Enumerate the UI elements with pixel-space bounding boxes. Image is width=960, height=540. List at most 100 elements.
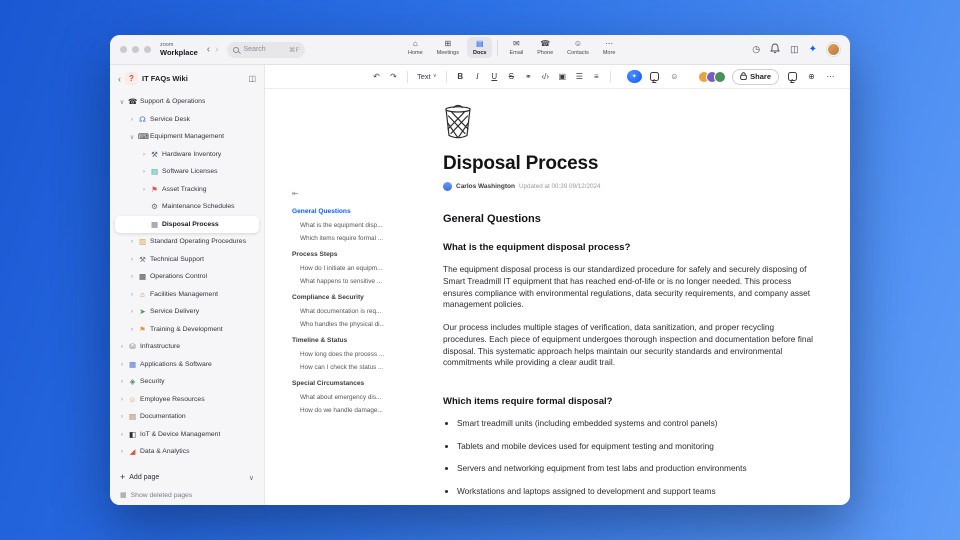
chevron-right-icon[interactable]: ›	[119, 448, 125, 455]
more-options-button[interactable]: ⋯	[823, 69, 838, 85]
sidebar-item-operations-control[interactable]: › ▦ Operations Control	[115, 268, 259, 286]
outline-item[interactable]: How do we handle damage...	[300, 407, 384, 414]
share-button[interactable]: Share	[732, 68, 779, 85]
sidebar-item-technical-support[interactable]: › ⚒ Technical Support	[115, 251, 259, 269]
collaborator-avatar[interactable]	[714, 70, 727, 83]
sidebar-item-hardware-inventory[interactable]: › ⚒ Hardware Inventory	[115, 146, 259, 164]
sidebar-item-infrastructure[interactable]: › ⛁ Infrastructure	[115, 338, 259, 356]
chevron-right-icon[interactable]: ›	[141, 186, 147, 193]
comments-panel-button[interactable]	[785, 69, 800, 85]
sidebar-item-security[interactable]: › ◈ Security	[115, 373, 259, 391]
outline-section-process-steps[interactable]: Process Steps	[292, 251, 384, 258]
tab-phone[interactable]: ☎ Phone	[531, 37, 559, 58]
inline-code-button[interactable]: ‹/›	[538, 69, 553, 85]
chevron-down-icon[interactable]: ∨	[119, 98, 125, 106]
sidebar-item-equipment-management[interactable]: ∨ ⌨ Equipment Management	[115, 128, 259, 146]
sidebar-item-service-delivery[interactable]: › ➤ Service Delivery	[115, 303, 259, 321]
ai-companion-button[interactable]	[626, 70, 642, 83]
chevron-right-icon[interactable]: ›	[119, 361, 125, 368]
outline-section-timeline-status[interactable]: Timeline & Status	[292, 337, 384, 344]
outline-item[interactable]: How can I check the status ...	[300, 364, 384, 371]
tab-email[interactable]: ✉ Email	[503, 37, 529, 58]
sidebar-item-software-licenses[interactable]: › ▤ Software Licenses	[115, 163, 259, 181]
chevron-right-icon[interactable]: ›	[129, 238, 135, 245]
chevron-right-icon[interactable]: ›	[141, 168, 147, 175]
show-deleted-pages-button[interactable]: ▦ Show deleted pages	[110, 487, 264, 501]
outline-item[interactable]: How long does the process ...	[300, 351, 384, 358]
document[interactable]: Disposal Process Carlos Washington Updat…	[443, 103, 820, 496]
notifications-bell-icon[interactable]	[770, 43, 780, 56]
chevron-right-icon[interactable]: ›	[129, 291, 135, 298]
outline-item[interactable]: Which items require formal ...	[300, 235, 384, 242]
outline-item[interactable]: What happens to sensitive ...	[300, 278, 384, 285]
sidebar-item-asset-tracking[interactable]: › ⚑ Asset Tracking	[115, 181, 259, 199]
clock-icon[interactable]: ◷	[752, 45, 760, 54]
code-block-button[interactable]: ▣	[555, 69, 570, 85]
language-button[interactable]: ⊕	[804, 69, 819, 85]
sidebar-item-facilities-management[interactable]: › ⌂ Facilities Management	[115, 286, 259, 304]
sidebar-item-documentation[interactable]: › ▤ Documentation	[115, 408, 259, 426]
outline-collapse-icon[interactable]: ⇤	[292, 189, 384, 198]
align-button[interactable]: ≡	[589, 69, 604, 85]
chevron-down-icon[interactable]: ∨	[249, 474, 254, 482]
nav-forward-button[interactable]: ›	[215, 44, 218, 55]
chevron-right-icon[interactable]: ›	[119, 413, 125, 420]
outline-item[interactable]: What about emergency dis...	[300, 394, 384, 401]
chevron-right-icon[interactable]: ›	[129, 308, 135, 315]
panel-toggle-icon[interactable]: ◫	[790, 45, 799, 54]
tab-home[interactable]: ⌂ Home	[402, 37, 429, 58]
outline-item[interactable]: What is the equipment disp...	[300, 222, 384, 229]
user-avatar[interactable]	[827, 43, 840, 56]
outline-item[interactable]: What documentation is req...	[300, 308, 384, 315]
chevron-right-icon[interactable]: ›	[129, 326, 135, 333]
bullet-list-button[interactable]: ☰	[572, 69, 587, 85]
redo-button[interactable]: ↷	[386, 69, 401, 85]
sidebar-item-employee-resources[interactable]: › ☺ Employee Resources	[115, 391, 259, 409]
outline-section-special-circumstances[interactable]: Special Circumstances	[292, 380, 384, 387]
link-button[interactable]: ⚭	[521, 69, 536, 85]
chevron-right-icon[interactable]: ›	[119, 431, 125, 438]
chevron-right-icon[interactable]: ›	[129, 273, 135, 280]
sidebar-item-iot-device-management[interactable]: › ◧ IoT & Device Management	[115, 426, 259, 444]
outline-section-general-questions[interactable]: General Questions	[292, 208, 384, 215]
add-page-button[interactable]: + Add page ∨	[110, 468, 264, 487]
sidebar-item-disposal-process[interactable]: ▦ Disposal Process	[115, 215, 259, 233]
emoji-button[interactable]: ☺	[667, 69, 682, 85]
tab-docs[interactable]: ▤ Docs	[467, 37, 493, 58]
strikethrough-button[interactable]: S	[504, 69, 519, 85]
chevron-right-icon[interactable]: ›	[129, 116, 135, 123]
tab-meetings[interactable]: ⊞ Meetings	[431, 37, 465, 58]
outline-item[interactable]: Who handles the physical di...	[300, 321, 384, 328]
trash-icon-large[interactable]	[443, 103, 820, 145]
sidebar-back-icon[interactable]: ‹	[118, 74, 121, 84]
sidebar-item-maintenance-schedules[interactable]: ⚙ Maintenance Schedules	[115, 198, 259, 216]
outline-section-compliance-security[interactable]: Compliance & Security	[292, 294, 384, 301]
comment-button[interactable]	[647, 69, 662, 85]
sidebar-item-training-development[interactable]: › ⚑ Training & Development	[115, 321, 259, 339]
bold-button[interactable]: B	[453, 69, 468, 85]
underline-button[interactable]: U	[487, 69, 502, 85]
sidebar-item-data-analytics[interactable]: › ◢ Data & Analytics	[115, 443, 259, 461]
chevron-right-icon[interactable]: ›	[119, 396, 125, 403]
italic-button[interactable]: I	[470, 69, 485, 85]
chevron-right-icon[interactable]: ›	[141, 151, 147, 158]
search-input[interactable]: Search ⌘F	[227, 41, 306, 58]
ai-sparkle-icon[interactable]: ✦	[809, 44, 817, 55]
close-window-button[interactable]	[120, 46, 127, 53]
minimize-window-button[interactable]	[132, 46, 139, 53]
chevron-right-icon[interactable]: ›	[119, 343, 125, 350]
chevron-right-icon[interactable]: ›	[129, 256, 135, 263]
sidebar-item-support-operations[interactable]: ∨ ☎ Support & Operations	[115, 93, 259, 111]
nav-back-button[interactable]: ‹	[207, 44, 210, 55]
sidebar-item-applications-software[interactable]: › ▦ Applications & Software	[115, 356, 259, 374]
tab-more[interactable]: ⋯ More	[597, 37, 622, 58]
sidebar-item-service-desk[interactable]: › ☊ Service Desk	[115, 111, 259, 129]
sidebar-item-standard-operating-procedures[interactable]: › ▥ Standard Operating Procedures	[115, 233, 259, 251]
sidebar-collapse-icon[interactable]: ◫	[248, 74, 256, 83]
text-style-dropdown[interactable]: Text ∨	[414, 69, 440, 85]
undo-button[interactable]: ↶	[369, 69, 384, 85]
outline-item[interactable]: How do I initiate an equipm...	[300, 265, 384, 272]
fullscreen-window-button[interactable]	[144, 46, 151, 53]
chevron-down-icon[interactable]: ∨	[129, 133, 135, 141]
chevron-right-icon[interactable]: ›	[119, 378, 125, 385]
